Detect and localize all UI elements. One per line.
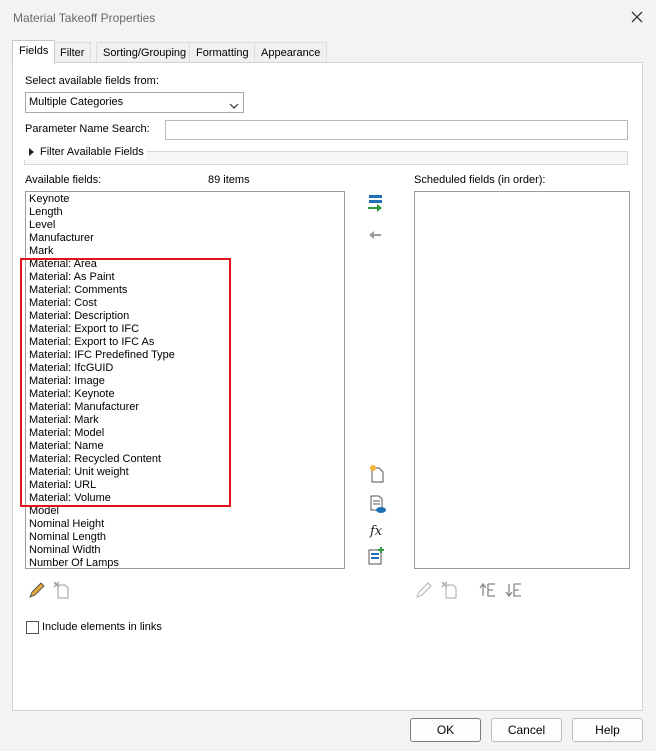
list-item[interactable]: Nominal Width	[29, 544, 175, 557]
add-parameter-icon[interactable]	[366, 193, 386, 213]
scheduled-fields-list[interactable]	[414, 191, 630, 569]
filter-available-expander[interactable]: Filter Available Fields	[24, 144, 147, 160]
delete-parameter-icon[interactable]	[52, 580, 72, 600]
edit-parameter-icon[interactable]	[27, 580, 47, 600]
param-search-input[interactable]	[165, 120, 628, 140]
svg-text:fx: fx	[369, 524, 383, 539]
chevron-right-icon	[24, 146, 38, 158]
select-from-label: Select available fields from:	[25, 75, 159, 87]
delete-scheduled-icon[interactable]	[440, 580, 460, 600]
move-up-icon[interactable]	[478, 580, 498, 600]
highlight-box	[20, 258, 231, 507]
ok-button[interactable]: OK	[410, 718, 481, 742]
param-search-label: Parameter Name Search:	[25, 123, 150, 135]
list-item[interactable]: Keynote	[29, 193, 175, 206]
new-parameter-icon[interactable]	[367, 464, 387, 484]
list-item[interactable]: Length	[29, 206, 175, 219]
item-count: 89 items	[208, 174, 250, 186]
tab-fields[interactable]: Fields	[12, 40, 56, 64]
filter-available-label: Filter Available Fields	[40, 146, 144, 158]
chevron-down-icon	[229, 98, 239, 109]
formula-icon[interactable]: fx	[367, 520, 387, 540]
help-button[interactable]: Help	[572, 718, 643, 742]
tab-formatting[interactable]: Formatting	[189, 42, 256, 63]
tab-filter[interactable]: Filter	[53, 42, 92, 63]
list-item[interactable]: Number Of Lamps	[29, 557, 175, 568]
list-item[interactable]: Level	[29, 219, 175, 232]
list-item[interactable]: Manufacturer	[29, 232, 175, 245]
window-title: Material Takeoff Properties	[13, 11, 156, 25]
close-icon[interactable]	[628, 8, 646, 26]
list-item[interactable]: Nominal Length	[29, 531, 175, 544]
edit-scheduled-icon[interactable]	[414, 580, 434, 600]
include-links-checkbox[interactable]	[26, 621, 39, 634]
add-shared-parameter-icon[interactable]	[367, 494, 387, 514]
list-item[interactable]: Nominal Height	[29, 518, 175, 531]
list-item[interactable]: Mark	[29, 245, 175, 258]
available-fields-label: Available fields:	[25, 174, 102, 186]
move-down-icon[interactable]	[504, 580, 524, 600]
combine-parameters-icon[interactable]	[367, 546, 387, 566]
category-select-value: Multiple Categories	[29, 96, 124, 108]
remove-parameter-icon[interactable]	[366, 225, 386, 245]
scheduled-fields-label: Scheduled fields (in order):	[414, 174, 546, 186]
category-select[interactable]: Multiple Categories	[25, 92, 244, 113]
tab-sorting-grouping[interactable]: Sorting/Grouping	[96, 42, 194, 63]
tab-appearance[interactable]: Appearance	[254, 42, 328, 63]
cancel-button[interactable]: Cancel	[491, 718, 562, 742]
include-links-label: Include elements in links	[42, 621, 162, 633]
